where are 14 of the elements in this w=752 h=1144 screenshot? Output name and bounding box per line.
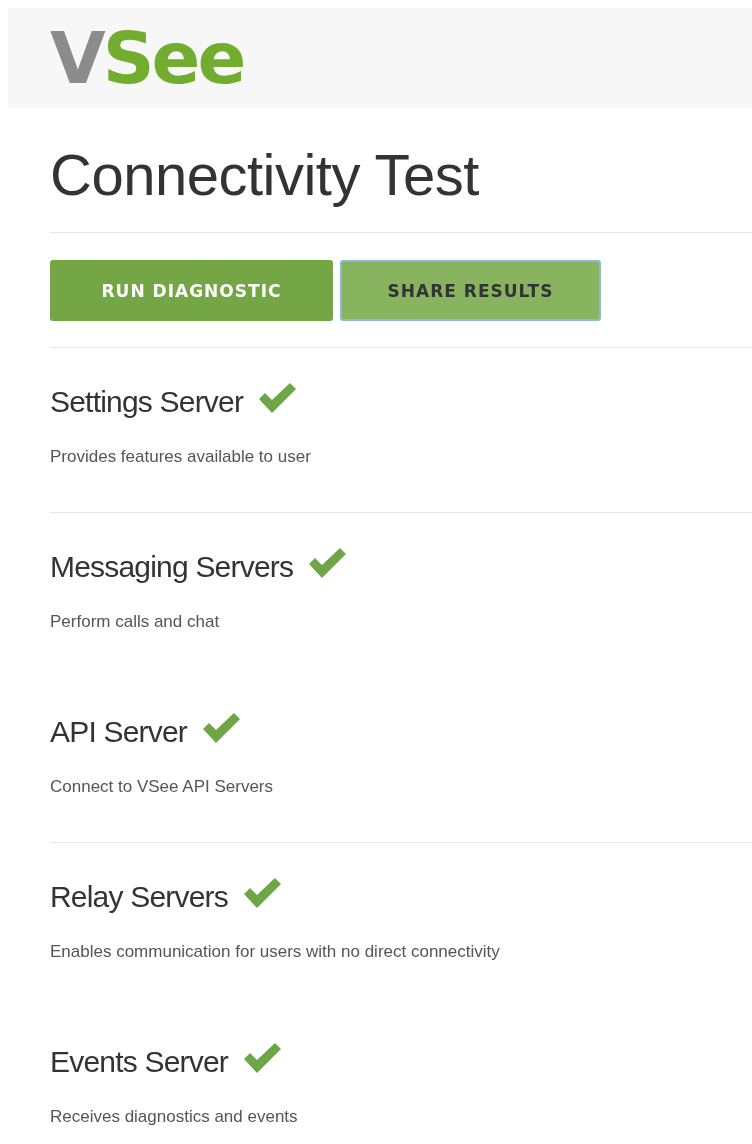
server-name: Events Server — [50, 1045, 228, 1079]
server-description: Receives diagnostics and events — [50, 1106, 299, 1128]
share-results-button[interactable]: SHARE RESULTS — [340, 260, 601, 321]
server-description: Connect to VSee API Servers — [50, 776, 274, 798]
server-description: Enables communication for users with no direct connectivity — [50, 941, 501, 963]
run-diagnostic-button[interactable]: RUN DIAGNOSTIC — [50, 260, 333, 321]
server-description: Perform calls and chat — [50, 611, 221, 633]
server-description: Provides features available to user — [50, 446, 312, 468]
logo: VSee — [50, 22, 244, 94]
server-name: Messaging Servers — [50, 550, 294, 584]
server-name: Settings Server — [50, 385, 244, 419]
server-name: API Server — [50, 715, 188, 749]
page-title: Connectivity Test — [50, 141, 480, 209]
server-name: Relay Servers — [50, 880, 228, 914]
